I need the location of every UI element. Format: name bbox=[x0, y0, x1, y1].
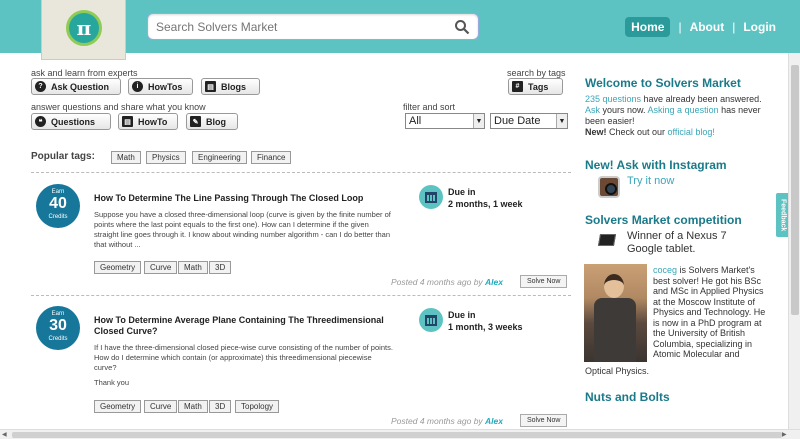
question-tag[interactable]: Math bbox=[178, 400, 208, 413]
winner-photo bbox=[584, 264, 647, 362]
official-blog-link[interactable]: official blog! bbox=[668, 127, 715, 137]
author-link[interactable]: Alex bbox=[485, 416, 503, 426]
question-tag[interactable]: Topology bbox=[235, 400, 280, 413]
pencil-icon: ✎ bbox=[190, 116, 201, 127]
question-tag[interactable]: 3D bbox=[209, 400, 232, 413]
ask-link[interactable]: Ask bbox=[585, 105, 600, 115]
filter-select[interactable]: All ▼ bbox=[405, 113, 485, 129]
scrollbar-thumb[interactable] bbox=[12, 432, 782, 438]
calendar-icon bbox=[419, 308, 443, 332]
ask-question-button[interactable]: ? Ask Question bbox=[31, 78, 121, 95]
question-excerpt: If I have the three-dimensional closed p… bbox=[94, 343, 393, 372]
author-link[interactable]: Alex bbox=[485, 277, 503, 287]
due-info: Due in 1 month, 3 weeks bbox=[448, 310, 523, 332]
question-excerpt-signoff: Thank you bbox=[94, 378, 130, 387]
instagram-icon[interactable] bbox=[598, 176, 620, 198]
credits-badge: Earn 40 Credits bbox=[36, 184, 80, 228]
posted-info: Posted 4 months ago by Alex bbox=[391, 277, 504, 287]
blogs-button[interactable]: ▤ Blogs bbox=[201, 78, 260, 95]
due-info: Due in 2 months, 1 week bbox=[448, 187, 523, 209]
blog-button[interactable]: ✎ Blog bbox=[186, 113, 238, 130]
question-tag[interactable]: Geometry bbox=[94, 261, 142, 274]
popular-tag[interactable]: Math bbox=[111, 151, 141, 164]
horizontal-scrollbar[interactable]: ◀ ▶ bbox=[0, 429, 800, 439]
divider bbox=[31, 172, 571, 173]
vertical-scrollbar[interactable] bbox=[788, 53, 800, 429]
welcome-text: 235 questions have already been answered… bbox=[585, 94, 762, 137]
champion-text: coceg is Solvers Market's best solver! H… bbox=[653, 265, 766, 359]
questions-button[interactable]: ❝ Questions bbox=[31, 113, 111, 130]
arrow-right-icon[interactable]: ▶ bbox=[782, 431, 787, 438]
competition-title: Solvers Market competition bbox=[585, 213, 742, 227]
question-tag[interactable]: 3D bbox=[209, 261, 232, 274]
chevron-down-icon: ▼ bbox=[556, 114, 567, 128]
question-tag[interactable]: Curve bbox=[144, 400, 178, 413]
divider bbox=[31, 295, 571, 296]
question-tag[interactable]: Curve bbox=[144, 261, 178, 274]
popular-tags-title: Popular tags: bbox=[31, 151, 95, 162]
try-it-link[interactable]: Try it now bbox=[627, 176, 674, 187]
ask-label: ask and learn from experts bbox=[31, 68, 138, 78]
logo-icon: π bbox=[66, 10, 102, 46]
solve-now-button[interactable]: Solve Now bbox=[520, 414, 568, 427]
search-box[interactable] bbox=[147, 13, 479, 40]
welcome-title: Welcome to Solvers Market bbox=[585, 76, 741, 90]
nav-separator: | bbox=[732, 20, 736, 34]
search-icon[interactable] bbox=[454, 19, 470, 35]
winner-text: Winner of a Nexus 7 Google tablet. bbox=[627, 230, 727, 255]
document-icon: ▤ bbox=[122, 116, 133, 127]
howtos-button[interactable]: i HowTos bbox=[128, 78, 193, 95]
logo[interactable]: π bbox=[41, 0, 126, 60]
filter-label: filter and sort bbox=[403, 102, 456, 112]
nuts-bolts-title: Nuts and Bolts bbox=[585, 390, 670, 404]
question-excerpt: Suppose you have a closed three-dimensio… bbox=[94, 210, 391, 249]
solve-now-button[interactable]: Solve Now bbox=[520, 275, 568, 288]
calendar-icon bbox=[419, 185, 443, 209]
question-tag[interactable]: Geometry bbox=[94, 400, 142, 413]
book-icon: ▤ bbox=[205, 81, 216, 92]
question-title[interactable]: How To Determine Average Plane Containin… bbox=[94, 315, 394, 337]
sort-select[interactable]: Due Date ▼ bbox=[490, 113, 568, 129]
popular-tag[interactable]: Finance bbox=[251, 151, 292, 164]
popular-tag[interactable]: Engineering bbox=[192, 151, 247, 164]
tags-button[interactable]: # Tags bbox=[508, 78, 563, 95]
answer-label: answer questions and share what you know bbox=[31, 102, 206, 112]
popular-tag[interactable]: Physics bbox=[146, 151, 186, 164]
tablet-icon bbox=[597, 234, 617, 246]
info-icon: i bbox=[132, 81, 143, 92]
question-tag[interactable]: Math bbox=[178, 261, 208, 274]
answered-count-link[interactable]: 235 questions bbox=[585, 94, 641, 104]
chat-icon: ❝ bbox=[35, 116, 46, 127]
scrollbar-thumb[interactable] bbox=[791, 65, 799, 315]
chevron-down-icon: ▼ bbox=[473, 114, 484, 128]
champion-text-tail: Optical Physics. bbox=[585, 366, 650, 376]
nav-home[interactable]: Home bbox=[625, 17, 671, 37]
hash-icon: # bbox=[512, 81, 523, 92]
howto-button[interactable]: ▤ HowTo bbox=[118, 113, 178, 130]
question-icon: ? bbox=[35, 81, 46, 92]
arrow-left-icon[interactable]: ◀ bbox=[2, 431, 7, 438]
search-tags-label: search by tags bbox=[507, 68, 566, 78]
asking-question-link[interactable]: Asking a question bbox=[648, 105, 719, 115]
credits-badge: Earn 30 Credits bbox=[36, 306, 80, 350]
posted-info: Posted 4 months ago by Alex bbox=[391, 416, 504, 426]
main-nav: Home | About | Login bbox=[625, 17, 776, 37]
instagram-title: New! Ask with Instagram bbox=[585, 158, 727, 172]
champion-link[interactable]: coceg bbox=[653, 265, 677, 275]
question-title[interactable]: How To Determine The Line Passing Throug… bbox=[94, 193, 394, 204]
nav-login[interactable]: Login bbox=[743, 20, 776, 34]
nav-about[interactable]: About bbox=[690, 20, 725, 34]
search-input[interactable] bbox=[148, 14, 438, 39]
nav-separator: | bbox=[678, 20, 682, 34]
